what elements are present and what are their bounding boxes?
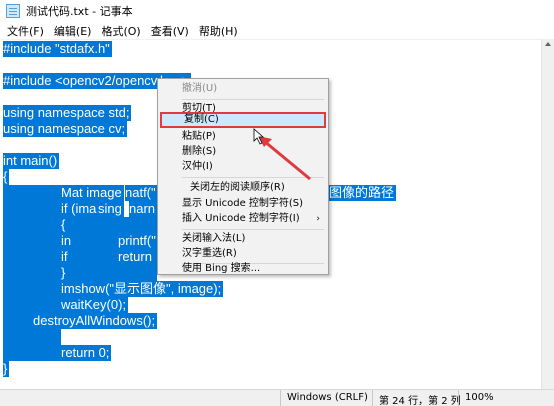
menu-item-show-unicode[interactable]: 显示 Unicode 控制字符(S) [160, 196, 326, 212]
menu-item-bing-search[interactable]: 使用 Bing 搜索... [160, 261, 326, 277]
vertical-scrollbar[interactable] [541, 39, 554, 389]
status-bar: Windows (CRLF) 第 24 行，第 2 列 100% [0, 389, 554, 406]
code-line: if (ima [61, 201, 99, 217]
code-line: sing [98, 201, 124, 217]
code-line: printf(" [118, 233, 158, 249]
notepad-icon [6, 4, 20, 18]
code-line: 图像的路径 [329, 185, 397, 201]
menu-item-insert-unicode[interactable]: 插入 Unicode 控制字符(I) › [160, 211, 326, 227]
zoom-level: 100% [465, 392, 494, 403]
cursor-position: 第 24 行，第 2 列 [379, 396, 461, 406]
code-line: if [61, 249, 70, 265]
code-line: waitKey(0); [61, 297, 129, 313]
code-line: narn [129, 201, 158, 217]
menu-separator [182, 229, 324, 230]
encoding-status: Windows (CRLF) [287, 392, 368, 403]
menu-bar: 文件(F) 编辑(E) 格式(O) 查看(V) 帮助(H) [0, 22, 554, 39]
code-line: destroyAllWindows(); [33, 313, 158, 329]
selection-block [3, 185, 61, 201]
selection-block [3, 329, 61, 345]
title-bar: 测试代码.txt - 记事本 [0, 0, 554, 22]
menu-item-copy[interactable]: 复制(C) [160, 112, 326, 128]
menu-edit[interactable]: 编辑(E) [49, 23, 97, 39]
selection-block [3, 297, 61, 313]
menu-item-close-ime[interactable]: 关闭输入法(L) [160, 231, 326, 247]
code-line: { [61, 217, 68, 233]
selection-block [3, 281, 61, 297]
status-divider [280, 390, 281, 406]
selection-block [3, 217, 157, 233]
menu-format[interactable]: 格式(O) [96, 23, 145, 39]
status-divider [372, 390, 373, 406]
menu-item-reselect[interactable]: 汉字重选(R) [160, 246, 326, 262]
menu-help[interactable]: 帮助(H) [194, 23, 243, 39]
menu-item-label: 插入 Unicode 控制字符(I) [182, 213, 300, 224]
code-line: { [3, 169, 10, 185]
menu-item-undo[interactable]: 撤消(U) [160, 81, 326, 97]
code-line: in [61, 233, 74, 249]
selection-block [3, 265, 157, 281]
menu-file[interactable]: 文件(F) [2, 23, 49, 39]
selection-block [3, 313, 33, 329]
selection-block [3, 345, 61, 361]
chevron-right-icon: › [316, 214, 320, 224]
menu-separator [182, 99, 324, 100]
code-line: return [118, 249, 154, 265]
code-line: #include "stdafx.h" [3, 41, 112, 57]
code-line: imshow("显示图像", image); [61, 281, 224, 297]
code-line: int main() [3, 153, 60, 169]
code-line: } [3, 361, 10, 377]
code-line: } [61, 265, 68, 281]
selection-block [3, 201, 61, 217]
scroll-up-arrow-icon[interactable] [545, 42, 551, 46]
menu-view[interactable]: 查看(V) [146, 23, 194, 39]
code-line: Mat image [61, 185, 124, 201]
code-line: return 0; [61, 345, 112, 361]
status-divider [458, 390, 459, 406]
window-title: 测试代码.txt - 记事本 [26, 5, 133, 18]
code-line: natf(" [125, 185, 158, 201]
annotation-arrow-icon [253, 128, 311, 181]
code-line: using namespace std; [3, 105, 132, 121]
code-line: using namespace cv; [3, 121, 128, 137]
